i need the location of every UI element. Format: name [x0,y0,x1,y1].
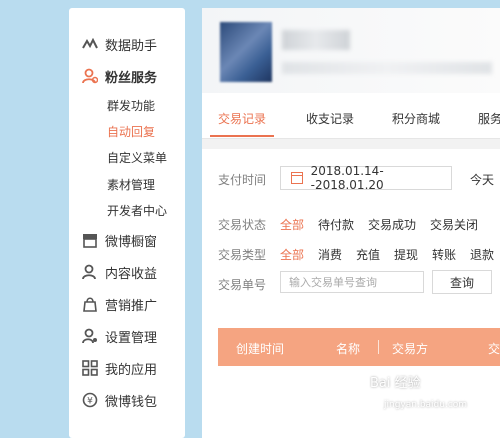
type-option-recharge[interactable]: 充值 [356,246,380,263]
table-header: 创建时间 名称 交易方 交 [218,328,500,366]
blurred-username [282,30,350,50]
status-option-success[interactable]: 交易成功 [368,216,416,233]
watermark-url: jingyan.baidu.com [384,400,468,410]
column-created-time: 创建时间 [236,342,285,356]
column-truncated: 交 [488,342,500,356]
sidebar-item-label: 内容收益 [105,266,158,282]
sidebar-item-label: 营销推广 [105,298,158,314]
calendar-icon [291,172,303,184]
wave-chart-icon [81,35,99,53]
sidebar-item-marketing[interactable]: 营销推广 [81,292,157,316]
grid-apps-icon [81,359,99,377]
sub-item-material[interactable]: 素材管理 [107,176,155,194]
sidebar-item-label: 微博钱包 [105,394,158,410]
status-option-pending[interactable]: 待付款 [318,216,354,233]
sidebar-item-data-assistant[interactable]: 数据助手 [81,32,157,56]
status-option-all[interactable]: 全部 [280,216,304,233]
sub-item-custom-menu[interactable]: 自定义菜单 [107,149,167,167]
date-range-picker[interactable]: 2018.01.14--2018.01.20 [280,164,452,192]
section-divider [202,139,500,149]
sub-item-developer[interactable]: 开发者中心 [107,202,167,220]
sidebar-item-label: 数据助手 [105,38,158,54]
type-option-all[interactable]: 全部 [280,246,304,263]
sub-item-mass-send[interactable]: 群发功能 [107,97,155,115]
sidebar: 数据助手 粉丝服务 群发功能 自动回复 自定义菜单 素材管理 开发者中心 微博橱… [69,8,185,438]
sidebar-item-shop-window[interactable]: 微博橱窗 [81,228,157,252]
sidebar-item-label: 粉丝服务 [105,70,158,86]
sidebar-item-settings[interactable]: 设置管理 [81,324,157,348]
tab-bar: 交易记录 收支记录 积分商城 服务 [202,100,500,139]
watermark: Bai 经验 [370,376,421,391]
sidebar-item-wallet[interactable]: ¥ 微博钱包 [81,388,157,412]
column-name: 名称 [336,342,361,356]
shop-window-icon [81,231,99,249]
wallet-icon: ¥ [81,391,99,409]
type-option-consume[interactable]: 消费 [318,246,342,263]
date-range-value: 2018.01.14--2018.01.20 [310,164,384,192]
type-label: 交易类型 [218,248,267,262]
sidebar-item-content-income[interactable]: 内容收益 [81,260,157,284]
tab-services[interactable]: 服务 [478,110,500,127]
user-settings-icon [81,327,99,345]
user-income-icon [81,263,99,281]
sidebar-item-my-apps[interactable]: 我的应用 [81,356,157,380]
pay-time-label: 支付时间 [218,173,267,187]
profile-header [202,8,500,93]
main-panel: 交易记录 收支记录 积分商城 服务 支付时间 2018.01.14--2018.… [202,8,500,438]
type-option-withdraw[interactable]: 提现 [394,246,418,263]
today-button[interactable]: 今天 [470,171,494,188]
tab-points-mall[interactable]: 积分商城 [392,110,440,127]
sub-item-auto-reply[interactable]: 自动回复 [107,123,155,141]
fans-icon [81,67,99,85]
tab-income-expense[interactable]: 收支记录 [306,110,354,127]
sidebar-item-label: 我的应用 [105,362,158,378]
bag-icon [81,295,99,313]
avatar [220,22,272,82]
column-divider [378,340,379,354]
order-number-input[interactable] [280,271,424,293]
column-counterparty: 交易方 [392,342,429,356]
type-option-refund[interactable]: 退款 [470,246,494,263]
sidebar-item-label: 设置管理 [105,330,158,346]
sidebar-item-label: 微博橱窗 [105,234,158,250]
svg-text:¥: ¥ [87,397,93,407]
status-label: 交易状态 [218,218,267,232]
active-tab-indicator [210,135,274,137]
status-option-closed[interactable]: 交易关闭 [430,216,478,233]
query-button[interactable]: 查询 [432,270,492,294]
sidebar-item-fans-service[interactable]: 粉丝服务 [81,64,157,88]
order-number-label: 交易单号 [218,278,267,292]
type-option-transfer[interactable]: 转账 [432,246,456,263]
tab-transactions[interactable]: 交易记录 [218,110,266,127]
blurred-profile-info [282,62,492,74]
